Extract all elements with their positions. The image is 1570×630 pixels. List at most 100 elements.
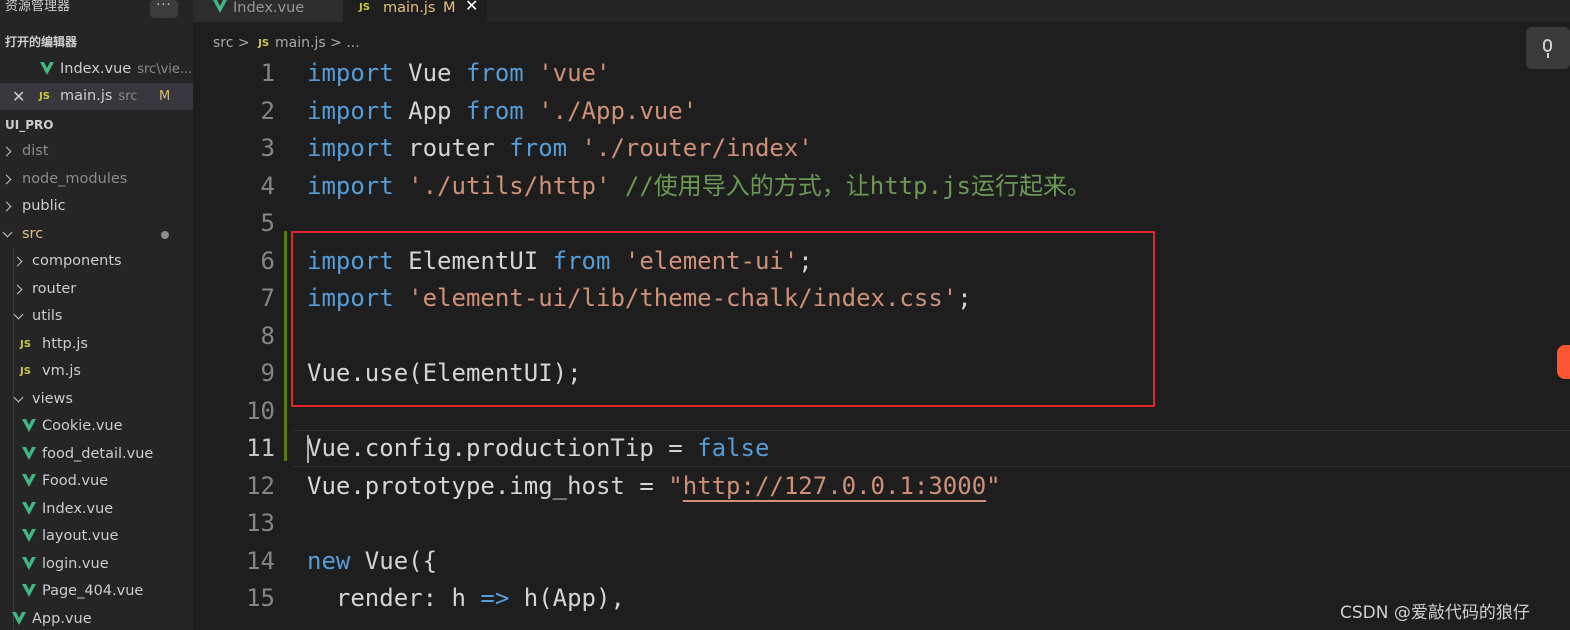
tree-file-food-detail-vue[interactable]: food_detail.vue bbox=[0, 441, 193, 468]
vue-file-icon bbox=[40, 62, 54, 75]
line-number: 11 bbox=[246, 434, 275, 462]
js-file-icon: JS bbox=[258, 38, 270, 49]
vue-file-icon bbox=[22, 474, 36, 487]
vue-file-icon bbox=[22, 502, 36, 515]
line-number: 4 bbox=[260, 171, 275, 200]
tree-file-food-vue[interactable]: Food.vue bbox=[0, 468, 193, 495]
tree-file-index-vue[interactable]: Index.vue bbox=[0, 496, 193, 523]
vue-file-icon bbox=[22, 419, 36, 432]
tree-folder-router[interactable]: router bbox=[0, 276, 193, 303]
tab-label: main.js bbox=[383, 0, 436, 16]
tree-label: Index.vue bbox=[42, 501, 114, 517]
line-number: 1 bbox=[260, 59, 275, 87]
tree-label: login.vue bbox=[42, 556, 109, 572]
line-number: 15 bbox=[246, 584, 275, 612]
microphone-icon bbox=[1543, 39, 1552, 52]
tree-label: Page_404.vue bbox=[42, 583, 144, 599]
tab-main-js[interactable]: JS main.js M ✕ bbox=[343, 0, 487, 22]
tree-label: vm.js bbox=[42, 363, 81, 379]
code-line-11: Vue.config.productionTip = false bbox=[307, 434, 770, 462]
close-icon[interactable]: ✕ bbox=[12, 83, 25, 110]
tree-label: node_modules bbox=[22, 171, 128, 187]
tree-label: src bbox=[22, 226, 44, 242]
breadcrumb: src > JS main.js > ... bbox=[213, 33, 360, 53]
modified-dot bbox=[161, 231, 169, 239]
modified-badge: M bbox=[443, 0, 456, 16]
code-line-1: import Vue from 'vue' bbox=[307, 59, 611, 87]
js-file-icon: JS bbox=[359, 2, 370, 13]
chevron-down-icon bbox=[13, 309, 24, 320]
breadcrumb-file[interactable]: main.js bbox=[275, 35, 326, 51]
code-line-14: new Vue({ bbox=[307, 546, 438, 575]
tree-label: views bbox=[32, 391, 73, 407]
open-editor-label: main.js bbox=[60, 88, 113, 104]
chevron-down-icon bbox=[13, 392, 24, 403]
tree-folder-components[interactable]: components bbox=[0, 248, 193, 275]
line-number: 12 bbox=[246, 471, 275, 500]
chevron-right-icon: > bbox=[237, 35, 250, 51]
csdn-side-badge[interactable] bbox=[1557, 345, 1570, 379]
tab-label: Index.vue bbox=[233, 0, 305, 16]
code-line-12: Vue.prototype.img_host = "http://127.0.0… bbox=[307, 471, 1001, 500]
tree-label: Cookie.vue bbox=[42, 418, 123, 434]
url-link[interactable]: http://127.0.0.1:3000 bbox=[683, 472, 986, 500]
git-added-gutter bbox=[284, 231, 287, 461]
line-number: 5 bbox=[260, 209, 275, 237]
tree-file-cookie-vue[interactable]: Cookie.vue bbox=[0, 413, 193, 440]
annotation-highlight-box bbox=[291, 231, 1155, 407]
chevron-right-icon bbox=[1, 146, 12, 157]
chevron-right-icon: > bbox=[330, 35, 342, 51]
project-header[interactable]: UI_PRO bbox=[0, 112, 193, 139]
code-editor[interactable]: 1 2 3 4 5 6 7 8 9 10 11 12 13 14 15 impo… bbox=[193, 55, 1570, 630]
vue-file-icon bbox=[22, 529, 36, 542]
tree-file-login-vue[interactable]: login.vue bbox=[0, 551, 193, 578]
explorer-title: 资源管理器 bbox=[5, 0, 71, 14]
js-file-icon: JS bbox=[20, 366, 31, 377]
tree-folder-utils[interactable]: utils bbox=[0, 303, 193, 330]
more-actions-button[interactable]: ··· bbox=[150, 0, 178, 18]
js-file-icon: JS bbox=[20, 339, 31, 350]
explorer-sidebar: 资源管理器 ··· 打开的编辑器 Index.vue src\vie... ✕ J… bbox=[0, 0, 193, 630]
open-editor-main-js[interactable]: ✕ JS main.js src M bbox=[0, 83, 193, 110]
line-number: 14 bbox=[246, 546, 275, 575]
tree-file-page-404-vue[interactable]: Page_404.vue bbox=[0, 578, 193, 605]
tree-label: router bbox=[32, 281, 77, 297]
tree-folder-dist[interactable]: dist bbox=[0, 138, 193, 165]
tree-folder-node-modules[interactable]: node_modules bbox=[0, 166, 193, 193]
tree-file-layout-vue[interactable]: layout.vue bbox=[0, 523, 193, 550]
open-editor-path: src bbox=[118, 89, 138, 104]
open-editor-index-vue[interactable]: Index.vue src\vie... bbox=[0, 56, 193, 83]
vue-file-icon bbox=[22, 557, 36, 570]
tree-label: components bbox=[32, 253, 122, 269]
close-icon[interactable]: ✕ bbox=[465, 0, 478, 14]
line-number: 6 bbox=[260, 246, 275, 275]
line-number: 9 bbox=[260, 359, 275, 387]
line-number: 8 bbox=[260, 321, 275, 350]
tree-folder-views[interactable]: views bbox=[0, 386, 193, 413]
tree-file-app-vue[interactable]: App.vue bbox=[0, 606, 193, 630]
line-number: 2 bbox=[260, 96, 275, 125]
tree-file-vm-js[interactable]: JS vm.js bbox=[0, 358, 193, 385]
tree-folder-public[interactable]: public bbox=[0, 193, 193, 220]
breadcrumb-src[interactable]: src bbox=[213, 35, 233, 51]
tab-index-vue[interactable]: Index.vue bbox=[193, 0, 343, 22]
tree-folder-src[interactable]: src bbox=[0, 221, 193, 248]
chevron-right-icon bbox=[12, 284, 23, 295]
chevron-right-icon bbox=[1, 174, 12, 185]
js-file-icon: JS bbox=[39, 91, 50, 102]
open-editors-header[interactable]: 打开的编辑器 bbox=[0, 29, 193, 56]
open-editor-label: Index.vue bbox=[60, 61, 132, 77]
text-cursor bbox=[307, 435, 309, 463]
tree-label: utils bbox=[32, 308, 63, 324]
tree-label: food_detail.vue bbox=[42, 446, 154, 462]
tree-label: http.js bbox=[42, 336, 88, 352]
vue-file-icon bbox=[22, 447, 36, 460]
watermark: CSDN @爱敲代码的狼仔 bbox=[1340, 603, 1530, 623]
chevron-right-icon bbox=[1, 201, 12, 212]
tree-file-http-js[interactable]: JS http.js bbox=[0, 331, 193, 358]
voice-input-button[interactable] bbox=[1526, 27, 1570, 69]
modified-badge: M bbox=[159, 89, 171, 104]
tree-label: App.vue bbox=[32, 611, 92, 627]
breadcrumb-symbols[interactable]: ... bbox=[346, 35, 359, 51]
chevron-down-icon bbox=[2, 227, 13, 238]
